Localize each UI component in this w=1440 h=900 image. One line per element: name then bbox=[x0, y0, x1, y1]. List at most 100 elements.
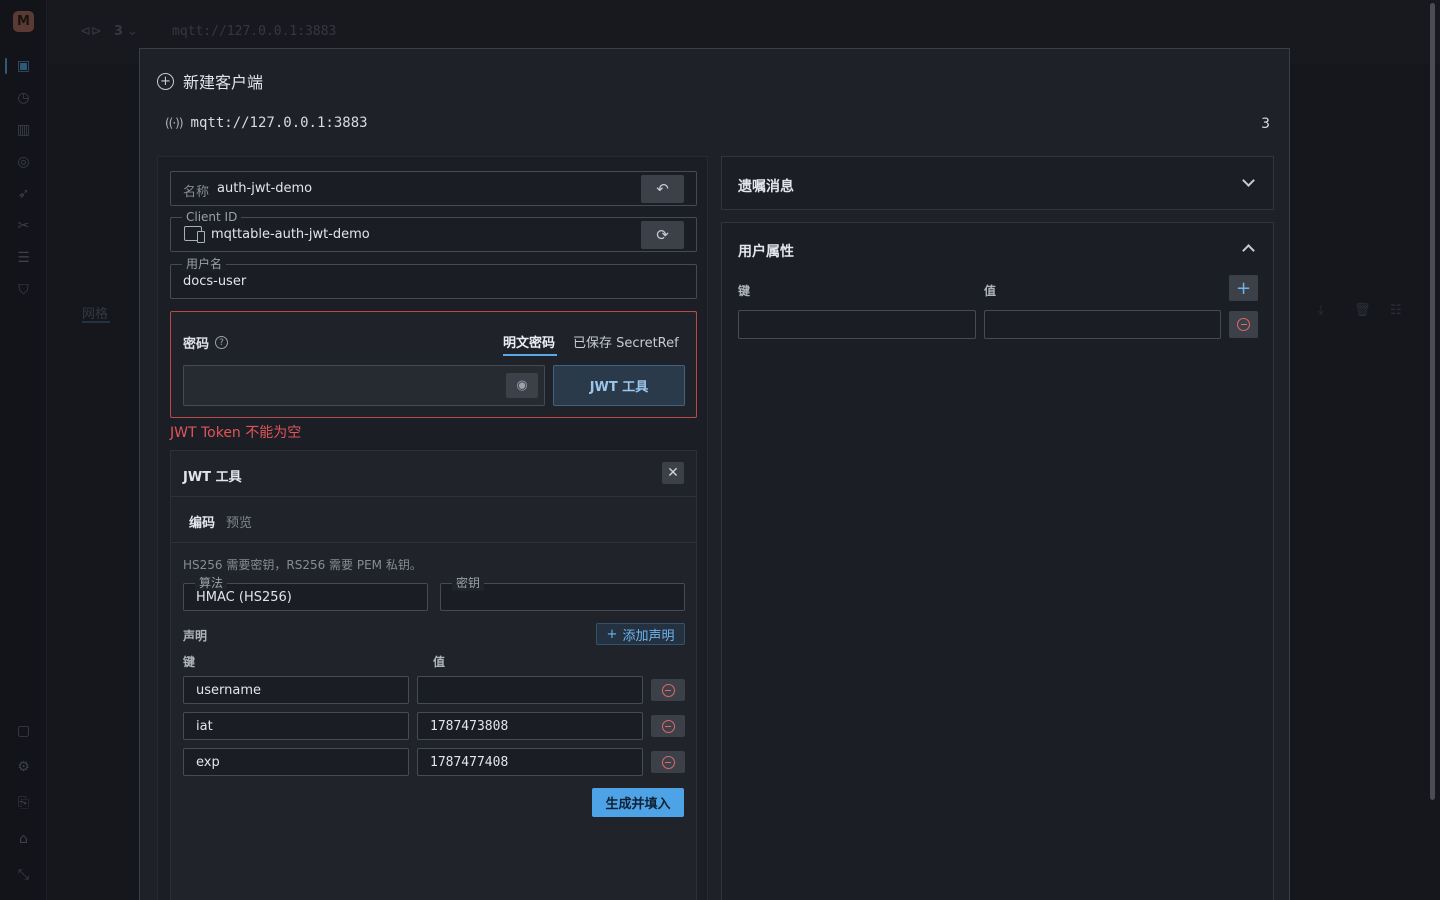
toggle-visibility-button[interactable]: ◉ bbox=[506, 373, 538, 398]
gear-icon[interactable]: ⚙ bbox=[15, 758, 32, 775]
devices-icon bbox=[184, 226, 205, 243]
username-label: 用户名 bbox=[182, 256, 227, 272]
will-title: 遗嘱消息 bbox=[738, 179, 794, 195]
scrollbar[interactable] bbox=[1430, 3, 1435, 800]
database-icon[interactable]: ☰ bbox=[15, 249, 32, 266]
tab-encode[interactable]: 编码 bbox=[189, 512, 215, 531]
broker-url-row: ((·)) mqtt://127.0.0.1:3883 bbox=[165, 115, 368, 131]
jwt-tool-panel: JWT 工具 ✕ 编码 预览 HS256 需要密钥，RS256 需要 PEM 私… bbox=[170, 450, 697, 900]
collapse-icon[interactable]: ⤡ bbox=[15, 866, 32, 883]
property-key-input[interactable] bbox=[738, 310, 976, 339]
client-form-panel: 名称 auth-jwt-demo ↶ Client ID mqttable-au… bbox=[157, 156, 708, 900]
bg-connection-icon: ⊲⊳ bbox=[80, 24, 102, 39]
target-icon[interactable]: ◎ bbox=[15, 153, 32, 170]
chart-icon[interactable]: ▥ bbox=[15, 121, 32, 138]
bg-list-icon[interactable]: ☷ bbox=[1390, 303, 1402, 318]
jwt-tabs: 编码 预览 bbox=[171, 497, 696, 543]
user-properties-section: 用户属性 键 值 + bbox=[721, 222, 1274, 900]
chevron-up-icon[interactable] bbox=[1242, 244, 1255, 257]
claim-value-input[interactable] bbox=[417, 676, 643, 704]
refresh-icon: ⟳ bbox=[656, 226, 669, 244]
username-field[interactable]: 用户名 docs-user bbox=[170, 256, 697, 299]
name-field[interactable]: 名称 auth-jwt-demo ↶ bbox=[170, 171, 697, 206]
broker-count: 3 bbox=[1261, 116, 1270, 132]
jwt-header: JWT 工具 ✕ bbox=[171, 451, 696, 497]
play-icon[interactable]: ◷ bbox=[15, 89, 32, 106]
sidebar-active-indicator bbox=[5, 58, 7, 74]
remove-claim-button[interactable] bbox=[651, 715, 685, 737]
minus-circle-icon bbox=[661, 719, 675, 733]
claim-key-input[interactable]: exp bbox=[183, 748, 409, 776]
tools-icon[interactable]: ✂ bbox=[15, 217, 32, 234]
bg-count: 3 bbox=[114, 24, 124, 39]
bg-url: mqtt://127.0.0.1:3883 bbox=[172, 24, 337, 39]
username-value[interactable]: docs-user bbox=[183, 274, 246, 289]
user-props-title: 用户属性 bbox=[738, 244, 794, 260]
help-icon[interactable]: ? bbox=[215, 336, 229, 349]
add-claim-button[interactable]: + 添加声明 bbox=[596, 623, 685, 645]
jwt-tool-button[interactable]: JWT 工具 bbox=[553, 365, 685, 406]
claim-key-input[interactable]: username bbox=[183, 676, 409, 704]
tab-preview[interactable]: 预览 bbox=[226, 512, 252, 531]
minus-circle-icon bbox=[1237, 318, 1250, 331]
connections-icon[interactable]: ▣ bbox=[15, 57, 32, 74]
shield-icon[interactable]: ⛉ bbox=[15, 281, 32, 298]
bg-tab-grid[interactable]: 网格 bbox=[82, 303, 108, 322]
add-circle-icon: + bbox=[157, 72, 174, 90]
app-sidebar: M ▣ ◷ ▥ ◎ ➶ ✂ ☰ ⛉ ▢ ⚙ ⎘ ⌂ ⤡ bbox=[0, 0, 47, 900]
will-message-section[interactable]: 遗嘱消息 bbox=[721, 156, 1274, 210]
app-logo: M bbox=[13, 11, 34, 32]
tab-saved-secretref[interactable]: 已保存 SecretRef bbox=[573, 332, 679, 351]
tab-active-indicator bbox=[503, 354, 557, 356]
jwt-close-button[interactable]: ✕ bbox=[662, 462, 684, 484]
name-value[interactable]: auth-jwt-demo bbox=[217, 181, 312, 196]
minus-circle-icon bbox=[661, 683, 675, 697]
chevron-down-icon[interactable] bbox=[1242, 174, 1255, 187]
claims-value-header: 值 bbox=[433, 655, 446, 669]
password-input[interactable]: ◉ bbox=[183, 365, 545, 406]
password-label-row: 密码 ? bbox=[183, 333, 229, 352]
send-icon[interactable]: ➶ bbox=[15, 185, 32, 202]
secret-label: 密钥 bbox=[452, 575, 485, 591]
dialog-title-text: 新建客户端 bbox=[183, 73, 264, 92]
undo-button[interactable]: ↶ bbox=[641, 175, 684, 203]
eye-icon: ◉ bbox=[516, 378, 528, 393]
claims-key-header: 键 bbox=[183, 655, 196, 669]
bg-tab-underline bbox=[82, 321, 110, 323]
claim-value-input[interactable]: 1787473808 bbox=[417, 712, 643, 740]
remove-claim-button[interactable] bbox=[651, 751, 685, 773]
name-label: 名称 bbox=[183, 185, 210, 200]
remove-property-button[interactable] bbox=[1229, 311, 1258, 338]
broadcast-icon: ((·)) bbox=[165, 116, 184, 130]
bg-download-icon[interactable]: ⤓ bbox=[1318, 303, 1324, 318]
property-value-input[interactable] bbox=[984, 310, 1221, 339]
window-icon[interactable]: ▢ bbox=[15, 722, 32, 739]
client-id-label: Client ID bbox=[182, 209, 242, 225]
password-label: 密码 bbox=[183, 337, 210, 352]
bg-trash-icon[interactable]: 🗑 bbox=[1354, 303, 1371, 318]
algorithm-select[interactable]: 算法 HMAC (HS256) bbox=[183, 575, 428, 611]
regenerate-button[interactable]: ⟳ bbox=[641, 221, 684, 249]
broker-url: mqtt://127.0.0.1:3883 bbox=[190, 115, 368, 131]
export-icon[interactable]: ⎘ bbox=[15, 794, 32, 811]
secret-input[interactable]: 密钥 bbox=[440, 575, 685, 611]
password-error: JWT Token 不能为空 bbox=[170, 425, 302, 441]
remove-claim-button[interactable] bbox=[651, 679, 685, 701]
tab-plain-password[interactable]: 明文密码 bbox=[503, 332, 555, 351]
jwt-hint: HS256 需要密钥，RS256 需要 PEM 私钥。 bbox=[183, 558, 422, 572]
claim-value-input[interactable]: 1787477408 bbox=[417, 748, 643, 776]
jwt-title: JWT 工具 bbox=[183, 470, 242, 485]
password-section: 密码 ? 明文密码 已保存 SecretRef ◉ JWT 工具 bbox=[170, 311, 697, 418]
bg-chevron-down-icon: ⌄ bbox=[127, 24, 138, 39]
close-icon: ✕ bbox=[667, 465, 679, 481]
claim-key-input[interactable]: iat bbox=[183, 712, 409, 740]
props-key-header: 键 bbox=[738, 284, 751, 298]
generate-and-fill-button[interactable]: 生成并填入 bbox=[592, 788, 684, 817]
claims-label: 声明 bbox=[183, 629, 208, 643]
tag-icon[interactable]: ⌂ bbox=[15, 830, 32, 847]
dialog-title: + 新建客户端 bbox=[157, 69, 263, 93]
minus-circle-icon bbox=[661, 755, 675, 769]
client-id-value[interactable]: mqttable-auth-jwt-demo bbox=[211, 227, 370, 242]
client-id-field[interactable]: Client ID mqttable-auth-jwt-demo ⟳ bbox=[170, 209, 697, 252]
add-property-button[interactable]: + bbox=[1229, 275, 1258, 301]
